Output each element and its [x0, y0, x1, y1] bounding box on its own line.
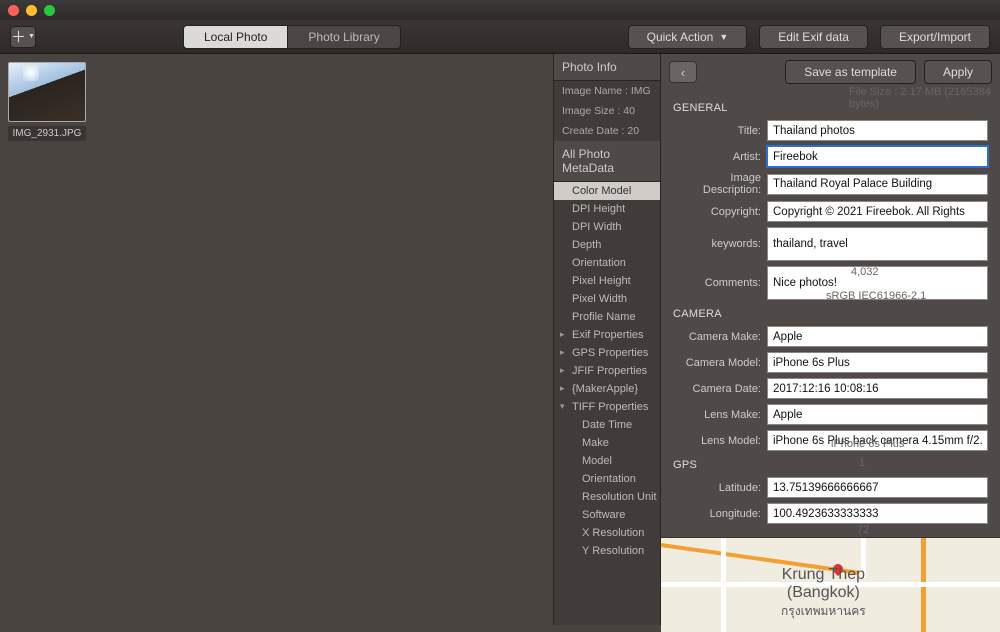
chevron-left-icon: ‹ [681, 65, 685, 80]
camera-model-label: Camera Model: [673, 357, 767, 369]
camera-make-label: Camera Make: [673, 331, 767, 343]
tab-photo-library[interactable]: Photo Library [288, 25, 400, 49]
keywords-input[interactable] [767, 227, 988, 261]
image-name-row: Image Name : IMG [554, 81, 660, 101]
back-button[interactable]: ‹ [669, 61, 697, 83]
meta-item[interactable]: Resolution Unit [554, 488, 660, 506]
meta-group[interactable]: {MakerApple} [554, 380, 660, 398]
comments-input[interactable] [767, 266, 988, 300]
copyright-input[interactable] [767, 201, 988, 222]
title-bar [0, 0, 1000, 20]
section-gps: GPS [673, 459, 988, 471]
meta-group[interactable]: TIFF Properties [554, 398, 660, 416]
artist-input[interactable] [767, 146, 988, 167]
section-general: GENERAL [673, 102, 988, 114]
camera-date-input[interactable] [767, 378, 988, 399]
maximize-window-icon[interactable] [44, 5, 55, 16]
title-label: Title: [673, 125, 767, 137]
thumbnail-grid[interactable]: IMG_2931.JPG [0, 54, 553, 625]
dropdown-caret-icon: ▼ [28, 33, 35, 40]
create-date-row: Create Date : 20 [554, 121, 660, 141]
close-window-icon[interactable] [8, 5, 19, 16]
latitude-input[interactable] [767, 477, 988, 498]
camera-date-label: Camera Date: [673, 383, 767, 395]
meta-item[interactable]: Orientation [554, 470, 660, 488]
longitude-input[interactable] [767, 503, 988, 524]
meta-item[interactable]: Profile Name [554, 308, 660, 326]
metadata-tree[interactable]: Color ModelDPI HeightDPI WidthDepthOrien… [554, 182, 660, 560]
artist-label: Artist: [673, 151, 767, 163]
meta-item[interactable]: Date Time [554, 416, 660, 434]
meta-item[interactable]: Software [554, 506, 660, 524]
meta-item[interactable]: Model [554, 452, 660, 470]
description-input[interactable] [767, 174, 988, 195]
lens-model-label: Lens Model: [673, 435, 767, 447]
meta-group[interactable]: GPS Properties [554, 344, 660, 362]
info-panel: Photo Info Image Name : IMG Image Size :… [553, 54, 660, 625]
meta-item[interactable]: Pixel Height [554, 272, 660, 290]
thumbnail-image [8, 62, 86, 122]
meta-item[interactable]: DPI Width [554, 218, 660, 236]
title-input[interactable] [767, 120, 988, 141]
photo-info-header: Photo Info [554, 54, 660, 81]
image-size-row: Image Size : 40 [554, 101, 660, 121]
tab-local-photo[interactable]: Local Photo [183, 25, 288, 49]
meta-group[interactable]: Exif Properties [554, 326, 660, 344]
longitude-label: Longitude: [673, 508, 767, 520]
meta-item[interactable]: DPI Height [554, 200, 660, 218]
location-map[interactable]: Krung Thep (Bangkok) กรุงเทพมหานคร [661, 537, 1000, 632]
meta-item[interactable]: Y Resolution [554, 542, 660, 560]
meta-item[interactable]: X Resolution [554, 524, 660, 542]
lens-model-input[interactable] [767, 430, 988, 451]
copyright-label: Copyright: [673, 206, 767, 218]
camera-make-input[interactable] [767, 326, 988, 347]
camera-model-input[interactable] [767, 352, 988, 373]
section-camera: CAMERA [673, 308, 988, 320]
quick-action-button[interactable]: Quick Action▼ [628, 25, 748, 49]
latitude-label: Latitude: [673, 482, 767, 494]
description-label: Image Description: [673, 172, 767, 196]
photo-thumbnail[interactable]: IMG_2931.JPG [8, 62, 86, 141]
keywords-label: keywords: [673, 238, 767, 250]
toolbar: ＋▼ Local Photo Photo Library Quick Actio… [0, 20, 1000, 54]
comments-label: Comments: [673, 277, 767, 289]
edit-exif-button[interactable]: Edit Exif data [759, 25, 868, 49]
apply-button[interactable]: Apply [924, 60, 992, 84]
thumbnail-filename: IMG_2931.JPG [8, 126, 86, 141]
meta-item[interactable]: Make [554, 434, 660, 452]
caret-down-icon: ▼ [719, 32, 728, 42]
meta-item[interactable]: Orientation [554, 254, 660, 272]
export-import-button[interactable]: Export/Import [880, 25, 990, 49]
meta-group[interactable]: JFIF Properties [554, 362, 660, 380]
minimize-window-icon[interactable] [26, 5, 37, 16]
add-button[interactable]: ＋▼ [10, 26, 36, 48]
meta-item[interactable]: Color Model [554, 182, 660, 200]
meta-item[interactable]: Pixel Width [554, 290, 660, 308]
edit-panel: File Size : 2.17 MB (2165384 bytes) 4,03… [660, 54, 1000, 625]
map-city-label: Krung Thep (Bangkok) กรุงเทพมหานคร [781, 566, 866, 621]
photo-source-tabs: Local Photo Photo Library [183, 25, 401, 49]
lens-make-label: Lens Make: [673, 409, 767, 421]
lens-make-input[interactable] [767, 404, 988, 425]
metadata-header: All Photo MetaData [554, 141, 660, 182]
save-template-button[interactable]: Save as template [785, 60, 916, 84]
meta-item[interactable]: Depth [554, 236, 660, 254]
